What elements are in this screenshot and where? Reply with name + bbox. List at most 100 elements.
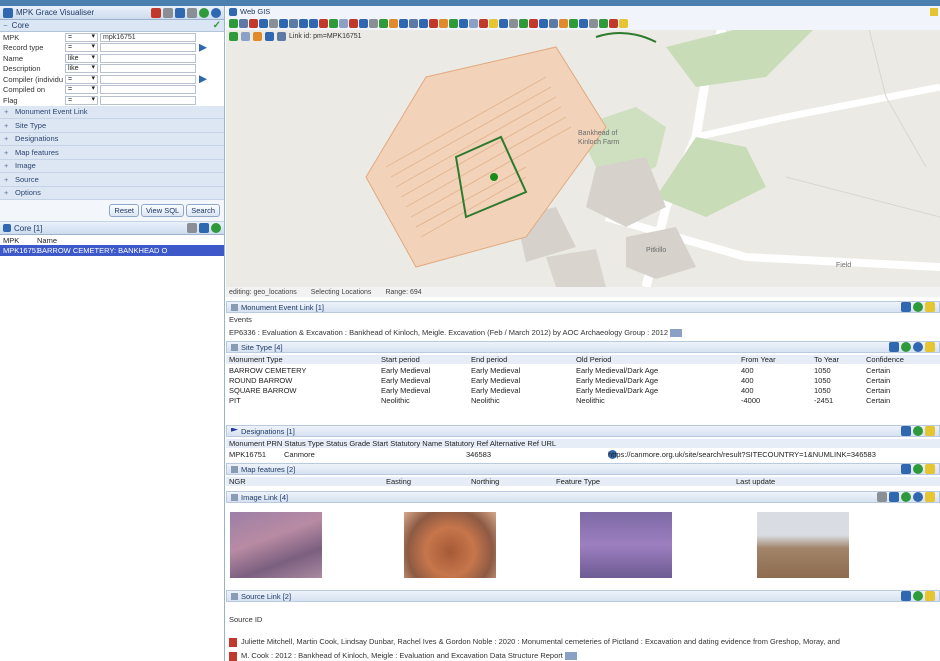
map-tool-icon[interactable] [449,19,458,28]
designation-row[interactable]: MPK16751 Canmore 346583 https://canmore.… [226,450,940,459]
layers-icon[interactable] [277,31,286,41]
map-tool-icon[interactable] [309,19,318,28]
column-header[interactable]: Confidence [866,355,904,364]
search-button[interactable]: Search [186,204,220,217]
operator-select[interactable]: = [65,43,98,53]
map-tool-icon[interactable] [389,19,398,28]
search-section[interactable]: + Options [0,186,224,200]
image-thumbnail-1[interactable] [230,512,322,578]
map-tool-icon[interactable] [419,19,428,28]
refresh-icon[interactable] [265,31,274,41]
search-icon[interactable] [241,31,250,41]
search-section[interactable]: + Source [0,173,224,187]
map-tool-icon[interactable] [279,19,288,28]
table-row[interactable]: SQUARE BARROW Early Medieval Early Medieva… [226,386,940,395]
map-tool-icon[interactable] [489,19,498,28]
source-row-2[interactable]: M. Cook : 2012 : Bankhead of Kinloch, Me… [226,651,940,661]
add-icon[interactable] [901,492,911,502]
pdf-icon[interactable] [151,7,161,18]
add-icon[interactable] [913,302,923,312]
column-header[interactable]: Monument Type [229,355,283,364]
print-icon[interactable] [163,7,173,18]
column-header[interactable]: Easting [386,477,411,486]
monument-event-link-header[interactable]: Monument Event Link [1] [226,301,940,313]
add-icon[interactable] [211,223,221,233]
value-input[interactable] [100,64,196,74]
value-input[interactable] [100,85,196,95]
map-tool-icon[interactable] [409,19,418,28]
map-tool-icon[interactable] [359,19,368,28]
search-section[interactable]: + Designations [0,132,224,146]
column-header[interactable]: Old Period [576,355,611,364]
value-input[interactable] [100,95,196,105]
map-tool-icon[interactable] [499,19,508,28]
export-icon[interactable] [901,464,911,474]
key-icon[interactable] [925,342,935,352]
map-tool-icon[interactable] [539,19,548,28]
add-icon[interactable] [913,591,923,601]
map-tool-icon[interactable] [269,19,278,28]
map-tool-icon[interactable] [299,19,308,28]
map-tool-icon[interactable] [239,19,248,28]
value-input[interactable] [100,74,196,84]
image-link-header[interactable]: Image Link [4] [226,491,940,503]
key-icon[interactable] [925,464,935,474]
table-row[interactable]: PIT Neolithic Neolithic Neolithic -4000 -2451… [226,396,940,405]
export-icon[interactable] [199,223,209,233]
map-tool-icon[interactable] [229,19,238,28]
map-tool-icon[interactable] [329,19,338,28]
add-icon[interactable] [199,7,209,18]
gallery-icon[interactable] [877,492,887,502]
map-tool-icon[interactable] [479,19,488,28]
operator-select[interactable]: = [65,85,98,95]
map-tool-icon[interactable] [529,19,538,28]
add-icon[interactable] [913,464,923,474]
source-row-1[interactable]: Juliette Mitchell, Martin Cook, Lindsay … [226,637,940,647]
map-tool-icon[interactable] [319,19,328,28]
info-icon[interactable] [913,342,923,352]
info-icon[interactable] [913,492,923,502]
add-icon[interactable] [901,342,911,352]
map-tool-icon[interactable] [399,19,408,28]
map-tool-icon[interactable] [429,19,438,28]
scissors-icon[interactable] [253,31,262,41]
value-input[interactable] [100,43,196,53]
key-icon[interactable] [925,426,935,436]
pdf-icon[interactable] [229,651,237,661]
key-icon[interactable] [925,302,935,312]
operator-select[interactable]: = [65,95,98,105]
chart-icon[interactable] [229,31,238,41]
map-tool-icon[interactable] [559,19,568,28]
search-section[interactable]: + Map features [0,146,224,160]
map-tool-icon[interactable] [589,19,598,28]
key-icon[interactable] [925,591,935,601]
search-section[interactable]: + Image [0,159,224,173]
column-header[interactable]: End period [471,355,507,364]
map-tool-icon[interactable] [259,19,268,28]
column-header[interactable]: Feature Type [556,477,600,486]
map-tool-icon[interactable] [519,19,528,28]
expand-arrow-icon[interactable] [199,43,207,52]
source-link-header[interactable]: Source Link [2] [226,590,940,602]
map-tool-icon[interactable] [459,19,468,28]
map-tool-icon[interactable] [619,19,628,28]
map-tool-icon[interactable] [599,19,608,28]
map-tool-icon[interactable] [579,19,588,28]
map-tool-icon[interactable] [349,19,358,28]
image-thumbnail-4[interactable] [757,512,849,578]
column-header[interactable]: Start period [381,355,420,364]
operator-select[interactable]: like [65,64,98,74]
value-input[interactable]: mpk16751 [100,32,196,42]
operator-select[interactable]: like [65,53,98,63]
map-tool-icon[interactable] [549,19,558,28]
map-tool-icon[interactable] [569,19,578,28]
pdf-icon[interactable] [229,637,237,647]
result-row[interactable]: MPK16751 BARROW CEMETERY: BANKHEAD O [0,245,224,256]
column-header[interactable]: NGR [229,477,246,486]
table-row[interactable]: BARROW CEMETERY Early Medieval Early Medie… [226,366,940,375]
expand-arrow-icon[interactable] [199,75,207,84]
map-tool-icon[interactable] [509,19,518,28]
column-header[interactable]: To Year [814,355,839,364]
print-icon[interactable] [187,223,197,233]
map-tool-icon[interactable] [339,19,348,28]
